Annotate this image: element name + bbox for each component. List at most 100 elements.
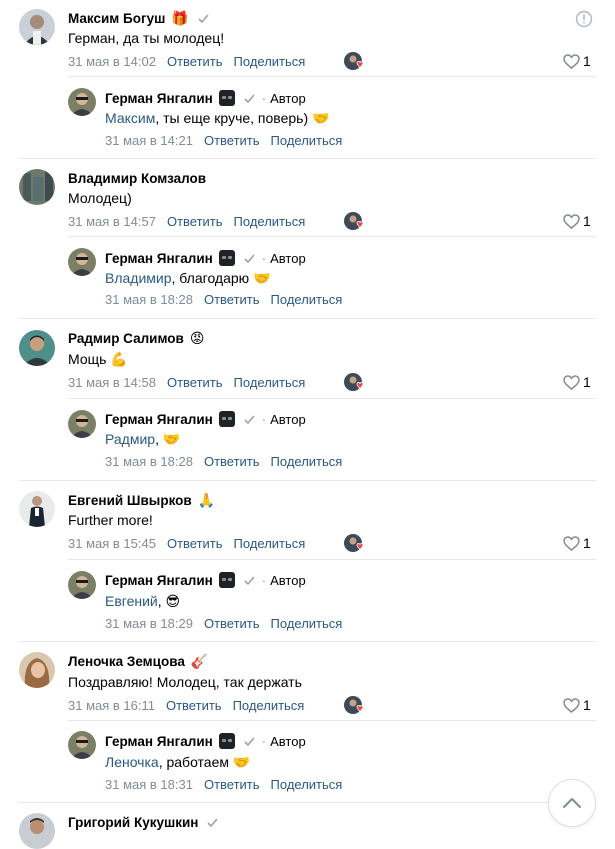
comment-date[interactable]: 31 мая в 14:02 xyxy=(68,54,156,69)
divider xyxy=(68,398,596,399)
like-button[interactable]: 1 xyxy=(563,695,591,715)
share-link[interactable]: Поделиться xyxy=(271,616,343,631)
share-link[interactable]: Поделиться xyxy=(233,698,305,713)
divider xyxy=(68,720,596,721)
divider xyxy=(68,236,596,237)
dot-separator: · xyxy=(261,411,267,427)
check-icon xyxy=(198,13,209,23)
divider xyxy=(19,318,596,319)
sunglasses-badge-icon xyxy=(218,90,235,106)
author-name[interactable]: Григорий Кукушкин xyxy=(68,815,198,830)
author-name[interactable]: Герман Янгалин xyxy=(105,251,213,266)
mention-link[interactable]: Владимир xyxy=(105,270,172,286)
avatar[interactable] xyxy=(19,169,55,205)
reply-text: Владимир, благодарю 🤝 xyxy=(105,269,271,287)
check-icon xyxy=(244,93,255,103)
heart-icon xyxy=(563,697,580,713)
comment-date[interactable]: 31 мая в 18:28 xyxy=(105,454,193,469)
liker-avatar[interactable] xyxy=(344,533,366,553)
reply-link[interactable]: Ответить xyxy=(204,616,260,631)
comment-date[interactable]: 31 мая в 16:11 xyxy=(68,698,155,713)
author-name[interactable]: Евгений Швырков xyxy=(68,493,192,508)
reply-link[interactable]: Ответить xyxy=(204,777,260,792)
avatar[interactable] xyxy=(19,652,55,688)
dot-separator: · xyxy=(261,250,267,266)
reply-link[interactable]: Ответить xyxy=(204,454,260,469)
author-name[interactable]: Герман Янгалин xyxy=(105,734,213,749)
reply-text: Леночка, работаем 🤝 xyxy=(105,753,250,771)
author-label: Автор xyxy=(270,572,306,588)
reply-link[interactable]: Ответить xyxy=(167,375,223,390)
reply-link[interactable]: Ответить xyxy=(167,214,223,229)
avatar[interactable] xyxy=(19,813,55,849)
reply-link[interactable]: Ответить xyxy=(167,54,223,69)
heart-icon xyxy=(563,213,580,229)
mention-link[interactable]: Леночка xyxy=(105,754,159,770)
praying-hands-badge: 🙏 xyxy=(197,492,216,508)
like-button[interactable]: 1 xyxy=(563,533,591,553)
reply-link[interactable]: Ответить xyxy=(167,536,223,551)
comment-date[interactable]: 31 мая в 15:45 xyxy=(68,536,156,551)
avatar[interactable] xyxy=(68,731,96,759)
avatar[interactable] xyxy=(68,571,96,599)
avatar[interactable] xyxy=(19,330,55,366)
like-button[interactable]: 1 xyxy=(563,51,591,71)
comment-date[interactable]: 31 мая в 18:28 xyxy=(105,292,193,307)
angry-face-badge: 😡 xyxy=(189,330,205,346)
scroll-to-top-button[interactable] xyxy=(548,779,596,827)
reply-text: Радмир, 🤝 xyxy=(105,430,180,448)
author-name[interactable]: Максим Богуш xyxy=(68,11,165,26)
like-count: 1 xyxy=(583,535,591,551)
share-link[interactable]: Поделиться xyxy=(234,214,306,229)
like-button[interactable]: 1 xyxy=(563,372,591,392)
avatar[interactable] xyxy=(68,88,96,116)
liker-avatar[interactable] xyxy=(344,695,366,715)
handshake-emoji: 🤝 xyxy=(162,431,181,447)
author-name[interactable]: Радмир Салимов xyxy=(68,331,184,346)
comment-text: Поздравляю! Молодец, так держать xyxy=(68,674,302,690)
share-link[interactable]: Поделиться xyxy=(271,777,343,792)
comment-text: Герман, да ты молодец! xyxy=(68,30,225,46)
comment-date[interactable]: 31 мая в 14:58 xyxy=(68,375,156,390)
share-link[interactable]: Поделиться xyxy=(234,54,306,69)
share-link[interactable]: Поделиться xyxy=(234,375,306,390)
reply-link[interactable]: Ответить xyxy=(166,698,222,713)
share-link[interactable]: Поделиться xyxy=(271,292,343,307)
dot-separator: · xyxy=(261,733,267,749)
liker-avatar[interactable] xyxy=(344,211,366,231)
author-label: Автор xyxy=(270,411,306,427)
share-link[interactable]: Поделиться xyxy=(271,133,343,148)
avatar[interactable] xyxy=(19,491,55,527)
reply-link[interactable]: Ответить xyxy=(204,292,260,307)
avatar[interactable] xyxy=(68,410,96,438)
author-name[interactable]: Герман Янгалин xyxy=(105,573,213,588)
liker-avatar[interactable] xyxy=(344,372,366,392)
mention-link[interactable]: Евгений xyxy=(105,593,158,609)
comment-date[interactable]: 31 мая в 14:57 xyxy=(68,214,156,229)
comment-text: Мощь 💪 xyxy=(68,351,128,367)
liker-avatar[interactable] xyxy=(344,51,366,71)
like-count: 1 xyxy=(583,697,591,713)
sunglasses-badge-icon xyxy=(218,572,235,588)
comment-date[interactable]: 31 мая в 18:31 xyxy=(105,777,193,792)
avatar[interactable] xyxy=(68,248,96,276)
author-name[interactable]: Герман Янгалин xyxy=(105,412,213,427)
mention-link[interactable]: Максим xyxy=(105,110,155,126)
avatar[interactable] xyxy=(19,9,55,45)
author-name[interactable]: Герман Янгалин xyxy=(105,91,213,106)
info-icon[interactable] xyxy=(575,10,593,28)
share-link[interactable]: Поделиться xyxy=(234,536,306,551)
check-icon xyxy=(244,253,255,263)
author-name[interactable]: Владимир Комзалов xyxy=(68,171,206,186)
reply-body: , благодарю xyxy=(171,270,250,286)
author-name[interactable]: Леночка Земцова xyxy=(68,654,185,669)
mention-link[interactable]: Радмир xyxy=(105,431,155,447)
comment-date[interactable]: 31 мая в 14:21 xyxy=(105,133,193,148)
check-icon xyxy=(207,817,219,827)
reply-link[interactable]: Ответить xyxy=(204,133,260,148)
like-count: 1 xyxy=(583,53,591,69)
chevron-up-icon xyxy=(563,798,581,808)
comment-date[interactable]: 31 мая в 18:29 xyxy=(105,616,193,631)
like-button[interactable]: 1 xyxy=(563,211,591,231)
share-link[interactable]: Поделиться xyxy=(271,454,343,469)
